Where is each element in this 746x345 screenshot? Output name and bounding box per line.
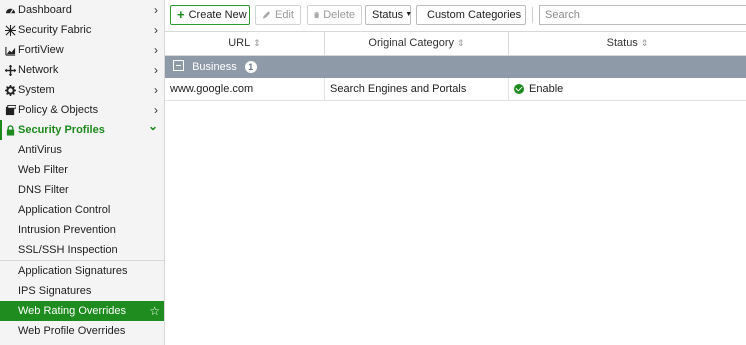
column-header-status[interactable]: Status ⇕ xyxy=(509,32,746,55)
sidebar-item-label: Security Profiles xyxy=(18,124,105,136)
sidebar-item-label: Policy & Objects xyxy=(18,104,99,116)
sidebar-item-label: FortiView xyxy=(18,44,64,56)
search-input[interactable] xyxy=(539,5,746,25)
lock-icon xyxy=(4,120,16,140)
status-dropdown-button[interactable]: Status ▼ xyxy=(365,5,413,25)
cell-status: Enable xyxy=(509,78,746,100)
sidebar-subitem-application-control[interactable]: Application Control xyxy=(0,200,164,220)
status-text: Enable xyxy=(529,83,564,95)
sidebar-item-label: Security Fabric xyxy=(18,24,92,36)
sidebar-subitem-web-filter[interactable]: Web Filter xyxy=(0,160,164,180)
sort-icon: ⇕ xyxy=(253,38,261,48)
sidebar-item-label: System xyxy=(18,84,55,96)
caret-down-icon: ▼ xyxy=(405,11,413,18)
column-header-label: Status xyxy=(606,37,638,49)
toolbar-divider xyxy=(532,7,533,23)
policy-icon xyxy=(4,100,16,120)
group-row[interactable]: Business 1 xyxy=(165,56,746,78)
sidebar-subitem-intrusion-prevention[interactable]: Intrusion Prevention xyxy=(0,220,164,240)
sidebar-subitem-ips-signatures[interactable]: IPS Signatures xyxy=(0,281,164,301)
create-new-button[interactable]: + Create New xyxy=(170,5,250,25)
sort-icon: ⇕ xyxy=(640,38,649,48)
trash-icon xyxy=(314,11,320,19)
sidebar-item-label: Dashboard xyxy=(18,4,72,16)
chevron-right-icon: › xyxy=(154,43,158,57)
sidebar-item-fortiview[interactable]: FortiView › xyxy=(0,40,164,60)
table-row[interactable]: www.google.com Search Engines and Portal… xyxy=(165,78,746,101)
network-icon xyxy=(4,60,16,80)
delete-button[interactable]: Delete xyxy=(307,5,362,25)
column-header-url[interactable]: URL ⇕ xyxy=(165,32,325,55)
sidebar-item-label: Network xyxy=(18,64,59,76)
column-header-label: Original Category xyxy=(368,37,455,49)
sidebar-item-label: Web Rating Overrides xyxy=(18,305,127,317)
edit-label: Edit xyxy=(275,9,294,21)
sidebar-subitem-web-rating-overrides[interactable]: Web Rating Overrides ☆ xyxy=(0,301,164,321)
chevron-down-icon: ⌄ xyxy=(147,119,158,133)
fabric-icon xyxy=(4,20,16,40)
table-header: URL ⇕ Original Category ⇕ Status ⇕ xyxy=(165,31,746,56)
star-icon[interactable]: ☆ xyxy=(149,301,160,321)
sort-icon: ⇕ xyxy=(457,38,465,48)
edit-button[interactable]: Edit xyxy=(255,5,301,25)
chevron-right-icon: › xyxy=(154,3,158,17)
cell-url: www.google.com xyxy=(165,78,325,100)
column-header-category[interactable]: Original Category ⇕ xyxy=(325,32,509,55)
toolbar: + Create New Edit Delete Status ▼ Custom… xyxy=(170,5,746,27)
dashboard-icon xyxy=(4,0,16,20)
sidebar-item-security-fabric[interactable]: Security Fabric › xyxy=(0,20,164,40)
chevron-right-icon: › xyxy=(154,83,158,97)
sidebar-subitem-ssl-ssh-inspection[interactable]: SSL/SSH Inspection xyxy=(0,240,164,260)
sidebar-item-system[interactable]: System › xyxy=(0,80,164,100)
overrides-table: URL ⇕ Original Category ⇕ Status ⇕ Business… xyxy=(165,31,746,101)
check-circle-icon xyxy=(514,84,524,94)
delete-label: Delete xyxy=(323,9,355,21)
custom-categories-button[interactable]: Custom Categories xyxy=(416,5,526,25)
custom-categories-label: Custom Categories xyxy=(427,9,522,21)
collapse-icon[interactable] xyxy=(173,60,184,71)
pencil-icon xyxy=(262,11,271,19)
sidebar-subitem-application-signatures[interactable]: Application Signatures xyxy=(0,261,164,281)
sidebar-item-policy-objects[interactable]: Policy & Objects › xyxy=(0,100,164,120)
sidebar-subitem-antivirus[interactable]: AntiVirus xyxy=(0,140,164,160)
sidebar-item-dashboard[interactable]: Dashboard › xyxy=(0,0,164,20)
chart-icon xyxy=(4,40,16,60)
sidebar: Dashboard › Security Fabric › FortiView … xyxy=(0,0,165,345)
sidebar-item-network[interactable]: Network › xyxy=(0,60,164,80)
create-new-label: Create New xyxy=(188,9,247,21)
column-header-label: URL xyxy=(228,37,251,49)
group-label: Business xyxy=(192,61,237,73)
chevron-right-icon: › xyxy=(154,63,158,77)
sidebar-subitem-dns-filter[interactable]: DNS Filter xyxy=(0,180,164,200)
plus-icon: + xyxy=(177,7,185,22)
sidebar-subitem-web-profile-overrides[interactable]: Web Profile Overrides xyxy=(0,321,164,341)
sidebar-item-security-profiles[interactable]: Security Profiles ⌄ xyxy=(0,119,164,140)
status-label: Status xyxy=(372,9,404,21)
group-count-badge: 1 xyxy=(244,61,257,73)
gear-icon xyxy=(4,80,16,100)
chevron-right-icon: › xyxy=(154,23,158,37)
cell-category: Search Engines and Portals xyxy=(325,78,509,100)
